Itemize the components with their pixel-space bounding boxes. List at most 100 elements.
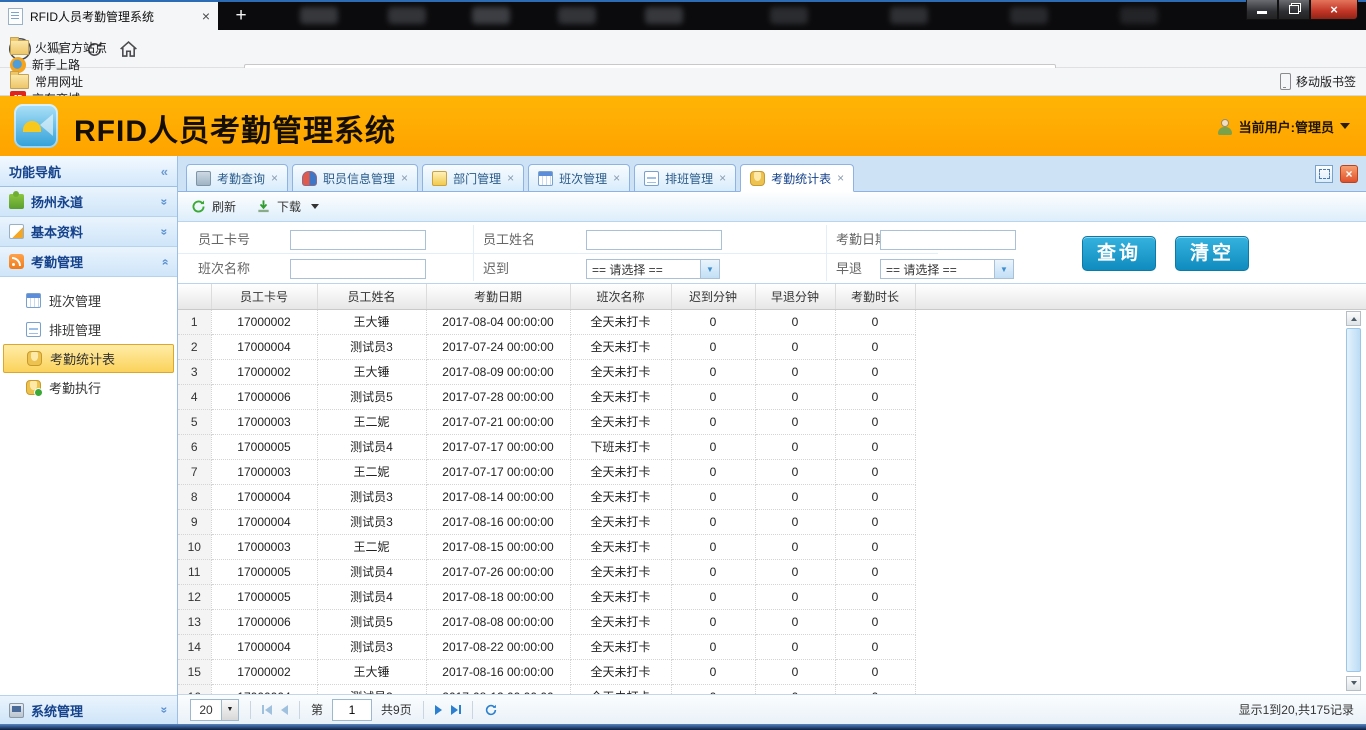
- col-date[interactable]: 考勤日期: [426, 284, 570, 309]
- table-row[interactable]: 4 17000006 测试员5 2017-07-28 00:00:00 全天未打…: [178, 384, 1366, 409]
- shift-input[interactable]: [290, 259, 426, 279]
- table-row[interactable]: 7 17000003 王二妮 2017-07-17 00:00:00 全天未打卡…: [178, 459, 1366, 484]
- last-page-button[interactable]: [451, 705, 461, 715]
- tab-label: 部门管理: [453, 170, 501, 187]
- divider: [472, 701, 473, 719]
- cell-early: 0: [755, 409, 835, 434]
- sidebar-item[interactable]: 考勤执行: [0, 373, 177, 402]
- cell-early: 0: [755, 584, 835, 609]
- tab-close-icon[interactable]: [613, 171, 620, 185]
- table-row[interactable]: 10 17000003 王二妮 2017-08-15 00:00:00 全天未打…: [178, 534, 1366, 559]
- cell-shift: 全天未打卡: [570, 384, 671, 409]
- table-row[interactable]: 13 17000006 测试员5 2017-08-08 00:00:00 全天未…: [178, 609, 1366, 634]
- chevron-down-icon[interactable]: [222, 699, 239, 721]
- close-window-button[interactable]: [1310, 0, 1358, 20]
- fullscreen-icon[interactable]: [1315, 165, 1333, 183]
- col-early[interactable]: 早退分钟: [755, 284, 835, 309]
- cell-dur: 0: [835, 509, 915, 534]
- vertical-scrollbar[interactable]: [1346, 311, 1361, 691]
- card-input[interactable]: [290, 230, 426, 250]
- bookmark-item[interactable]: 新手上路: [10, 56, 140, 73]
- late-select[interactable]: == 请选择 ==: [586, 259, 720, 279]
- table-row[interactable]: 11 17000005 测试员4 2017-07-26 00:00:00 全天未…: [178, 559, 1366, 584]
- page-size-select[interactable]: 20: [190, 699, 239, 721]
- browser-tab[interactable]: RFID人员考勤管理系统: [0, 2, 218, 30]
- new-tab-button[interactable]: [228, 5, 254, 27]
- sidebar-group[interactable]: 考勤管理: [0, 247, 177, 277]
- tab-icon: [302, 171, 317, 186]
- table-row[interactable]: 9 17000004 测试员3 2017-08-16 00:00:00 全天未打…: [178, 509, 1366, 534]
- col-shift[interactable]: 班次名称: [570, 284, 671, 309]
- sidebar-item[interactable]: 班次管理: [0, 286, 177, 315]
- col-card[interactable]: 员工卡号: [211, 284, 317, 309]
- restore-button[interactable]: [1278, 0, 1310, 20]
- tab-close-icon[interactable]: [837, 171, 844, 185]
- close-all-tabs-icon[interactable]: [1340, 165, 1358, 183]
- sidebar-footer-system[interactable]: 系统管理: [0, 695, 177, 724]
- document-tab[interactable]: 排班管理: [634, 164, 736, 192]
- prev-page-button[interactable]: [281, 705, 288, 715]
- table-row[interactable]: 14 17000004 测试员3 2017-08-22 00:00:00 全天未…: [178, 634, 1366, 659]
- refresh-button[interactable]: 刷新: [191, 198, 236, 215]
- next-page-button[interactable]: [435, 705, 442, 715]
- reload-grid-icon[interactable]: [484, 703, 498, 717]
- tab-close-icon[interactable]: [719, 171, 726, 185]
- cell-card: 17000004: [211, 634, 317, 659]
- bookmark-item[interactable]: 常用网址: [10, 73, 140, 90]
- early-select[interactable]: == 请选择 ==: [880, 259, 1014, 279]
- date-input[interactable]: [880, 230, 1016, 250]
- table-row[interactable]: 5 17000003 王二妮 2017-07-21 00:00:00 全天未打卡…: [178, 409, 1366, 434]
- scrollbar-thumb[interactable]: [1346, 328, 1361, 672]
- col-dur[interactable]: 考勤时长: [835, 284, 915, 309]
- document-tab[interactable]: 考勤统计表: [740, 164, 854, 192]
- cell-rownum: 13: [178, 609, 211, 634]
- page-number-input[interactable]: [332, 699, 372, 721]
- sidebar-item[interactable]: 考勤统计表: [3, 344, 174, 373]
- query-button[interactable]: 查询: [1082, 236, 1156, 271]
- collapse-sidebar-icon[interactable]: [161, 164, 168, 179]
- sidebar-group[interactable]: 扬州永道: [0, 187, 177, 217]
- bookmarks-bar: 火狐官方站点新手上路常用网址京东商城来自 微软 IE 浏览器 移动版书签: [0, 68, 1366, 96]
- tab-close-icon[interactable]: [271, 171, 278, 185]
- cell-rownum: 6: [178, 434, 211, 459]
- cell-filler: [915, 659, 1366, 684]
- tab-close-icon[interactable]: [401, 171, 408, 185]
- table-row[interactable]: 1 17000002 王大锤 2017-08-04 00:00:00 全天未打卡…: [178, 309, 1366, 334]
- bookmark-label: 常用网址: [35, 73, 83, 90]
- tab-close-icon[interactable]: [202, 8, 210, 24]
- scroll-down-icon[interactable]: [1346, 676, 1361, 691]
- table-row[interactable]: 3 17000002 王大锤 2017-08-09 00:00:00 全天未打卡…: [178, 359, 1366, 384]
- first-page-button[interactable]: [262, 705, 272, 715]
- clear-button[interactable]: 清空: [1175, 236, 1249, 271]
- bookmark-item[interactable]: 火狐官方站点: [10, 39, 140, 56]
- document-tab[interactable]: 班次管理: [528, 164, 630, 192]
- sidebar-header-label: 功能导航: [9, 162, 61, 181]
- document-tab[interactable]: 考勤查询: [186, 164, 288, 192]
- sidebar-item[interactable]: 排班管理: [0, 315, 177, 344]
- table-row[interactable]: 16 17000004 测试员3 2017-08-12 00:00:00 全天未…: [178, 684, 1366, 694]
- mobile-bookmarks[interactable]: 移动版书签: [1280, 73, 1356, 90]
- current-user-menu[interactable]: 当前用户:管理员: [1217, 117, 1350, 136]
- table-row[interactable]: 12 17000005 测试员4 2017-08-18 00:00:00 全天未…: [178, 584, 1366, 609]
- table-row[interactable]: 2 17000004 测试员3 2017-07-24 00:00:00 全天未打…: [178, 334, 1366, 359]
- minimize-button[interactable]: [1246, 0, 1278, 20]
- table-row[interactable]: 8 17000004 测试员3 2017-08-14 00:00:00 全天未打…: [178, 484, 1366, 509]
- sidebar-group[interactable]: 基本资料: [0, 217, 177, 247]
- col-late[interactable]: 迟到分钟: [671, 284, 755, 309]
- document-tab[interactable]: 职员信息管理: [292, 164, 418, 192]
- document-tab[interactable]: 部门管理: [422, 164, 524, 192]
- cell-dur: 0: [835, 459, 915, 484]
- scroll-up-icon[interactable]: [1346, 311, 1361, 326]
- table-row[interactable]: 15 17000002 王大锤 2017-08-16 00:00:00 全天未打…: [178, 659, 1366, 684]
- col-name[interactable]: 员工姓名: [317, 284, 426, 309]
- name-input[interactable]: [586, 230, 722, 250]
- cell-early: 0: [755, 359, 835, 384]
- bookmark-label: 火狐官方站点: [35, 39, 107, 56]
- divider: [423, 701, 424, 719]
- cell-card: 17000002: [211, 359, 317, 384]
- cell-filler: [915, 509, 1366, 534]
- download-button[interactable]: 下载: [256, 198, 319, 215]
- cell-late: 0: [671, 459, 755, 484]
- tab-close-icon[interactable]: [507, 171, 514, 185]
- table-row[interactable]: 6 17000005 测试员4 2017-07-17 00:00:00 下班未打…: [178, 434, 1366, 459]
